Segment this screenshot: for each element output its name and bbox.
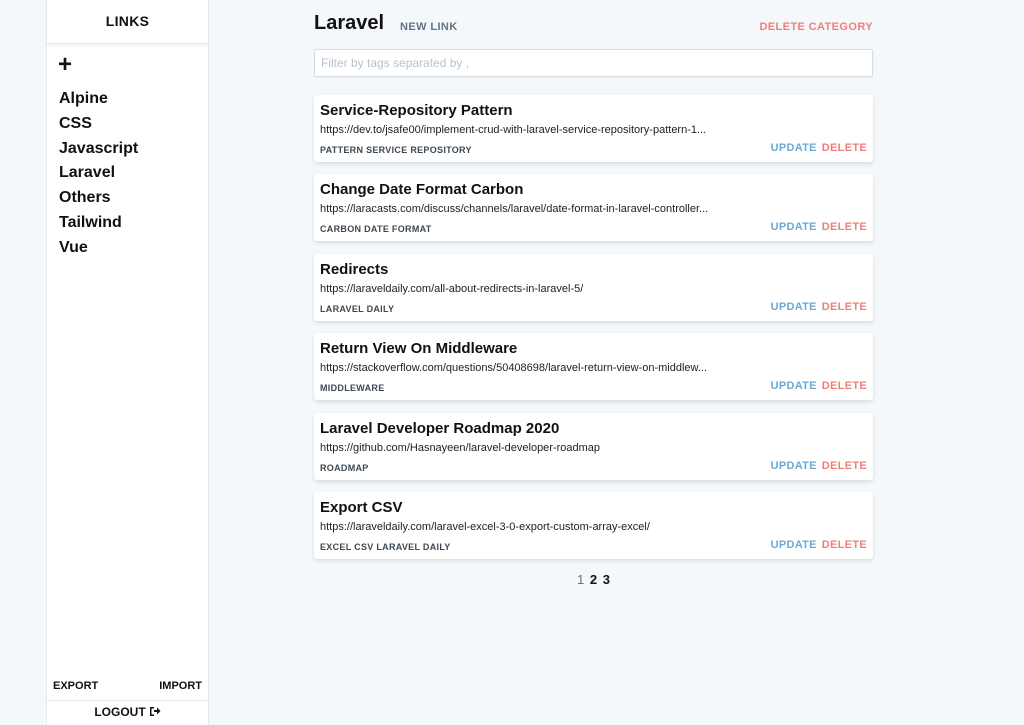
category-item-others[interactable]: Others bbox=[59, 187, 138, 212]
sidebar-title: LINKS bbox=[47, 0, 208, 44]
link-tags: MIDDLEWARE bbox=[320, 383, 385, 394]
link-tags: EXCEL CSV LARAVEL DAILY bbox=[320, 541, 451, 552]
link-tags: LARAVEL DAILY bbox=[320, 303, 395, 314]
link-card: Return View On Middleware https://stacko… bbox=[314, 333, 873, 401]
link-url[interactable]: https://laraveldaily.com/all-about-redir… bbox=[320, 283, 583, 295]
category-item-javascript[interactable]: Javascript bbox=[59, 138, 138, 163]
main-content: Laravel NEW LINK DELETE CATEGORY Service… bbox=[314, 0, 873, 587]
logout-label: LOGOUT bbox=[94, 705, 146, 719]
tag-filter-input[interactable] bbox=[314, 49, 873, 77]
link-card: Redirects https://laraveldaily.com/all-a… bbox=[314, 253, 873, 321]
link-url[interactable]: https://stackoverflow.com/questions/5040… bbox=[320, 362, 707, 374]
export-button[interactable]: EXPORT bbox=[53, 680, 98, 692]
link-card: Service-Repository Pattern https://dev.t… bbox=[314, 95, 873, 162]
page-link-3[interactable]: 3 bbox=[603, 572, 610, 587]
update-button[interactable]: UPDATE bbox=[771, 460, 817, 472]
link-url[interactable]: https://dev.to/jsafe00/implement-crud-wi… bbox=[320, 124, 706, 136]
delete-button[interactable]: DELETE bbox=[822, 142, 867, 154]
delete-button[interactable]: DELETE bbox=[822, 221, 867, 233]
delete-button[interactable]: DELETE bbox=[822, 539, 867, 551]
link-actions: UPDATE DELETE bbox=[771, 460, 867, 472]
link-url[interactable]: https://laraveldaily.com/laravel-excel-3… bbox=[320, 521, 650, 533]
category-list: Alpine CSS Javascript Laravel Others Tai… bbox=[59, 88, 138, 262]
link-title: Redirects bbox=[320, 260, 389, 278]
delete-button[interactable]: DELETE bbox=[822, 301, 867, 313]
link-card: Change Date Format Carbon https://laraca… bbox=[314, 174, 873, 242]
link-list: Service-Repository Pattern https://dev.t… bbox=[314, 95, 873, 571]
link-actions: UPDATE DELETE bbox=[771, 380, 867, 392]
page-link-1[interactable]: 1 bbox=[577, 572, 584, 587]
category-item-tailwind[interactable]: Tailwind bbox=[59, 212, 138, 237]
category-item-css[interactable]: CSS bbox=[59, 113, 138, 138]
link-actions: UPDATE DELETE bbox=[771, 539, 867, 551]
link-title: Export CSV bbox=[320, 498, 403, 516]
update-button[interactable]: UPDATE bbox=[771, 221, 817, 233]
category-header: Laravel NEW LINK DELETE CATEGORY bbox=[314, 0, 873, 48]
link-card: Laravel Developer Roadmap 2020 https://g… bbox=[314, 412, 873, 480]
link-card: Export CSV https://laraveldaily.com/lara… bbox=[314, 491, 873, 559]
update-button[interactable]: UPDATE bbox=[771, 539, 817, 551]
link-tags: PATTERN SERVICE REPOSITORY bbox=[320, 145, 472, 155]
add-category-button[interactable]: + bbox=[58, 52, 72, 78]
sidebar-footer: EXPORT IMPORT LOGOUT bbox=[47, 679, 208, 725]
delete-button[interactable]: DELETE bbox=[822, 380, 867, 392]
page-link-2[interactable]: 2 bbox=[590, 572, 597, 587]
link-tags: CARBON DATE FORMAT bbox=[320, 224, 432, 235]
link-tags: ROADMAP bbox=[320, 462, 369, 473]
link-url[interactable]: https://laracasts.com/discuss/channels/l… bbox=[320, 203, 708, 215]
link-title: Change Date Format Carbon bbox=[320, 181, 524, 199]
link-title: Return View On Middleware bbox=[320, 340, 518, 358]
sidebar: LINKS + Alpine CSS Javascript Laravel Ot… bbox=[46, 0, 209, 725]
sign-out-icon bbox=[149, 702, 161, 724]
link-actions: UPDATE DELETE bbox=[771, 142, 867, 154]
link-actions: UPDATE DELETE bbox=[771, 301, 867, 313]
update-button[interactable]: UPDATE bbox=[771, 142, 817, 154]
category-title: Laravel bbox=[314, 12, 385, 34]
update-button[interactable]: UPDATE bbox=[771, 380, 817, 392]
link-url[interactable]: https://github.com/Hasnayeen/laravel-dev… bbox=[320, 442, 600, 454]
link-title: Service-Repository Pattern bbox=[320, 102, 513, 119]
category-item-laravel[interactable]: Laravel bbox=[59, 162, 138, 187]
logout-button[interactable]: LOGOUT bbox=[47, 700, 208, 725]
link-actions: UPDATE DELETE bbox=[771, 221, 867, 233]
category-item-alpine[interactable]: Alpine bbox=[59, 88, 138, 113]
delete-category-button[interactable]: DELETE CATEGORY bbox=[759, 21, 873, 33]
new-link-button[interactable]: NEW LINK bbox=[400, 21, 458, 33]
delete-button[interactable]: DELETE bbox=[822, 460, 867, 472]
update-button[interactable]: UPDATE bbox=[771, 301, 817, 313]
link-title: Laravel Developer Roadmap 2020 bbox=[320, 419, 560, 437]
pagination: 1 2 3 bbox=[314, 572, 873, 587]
import-button[interactable]: IMPORT bbox=[159, 680, 202, 692]
category-item-vue[interactable]: Vue bbox=[59, 237, 138, 262]
